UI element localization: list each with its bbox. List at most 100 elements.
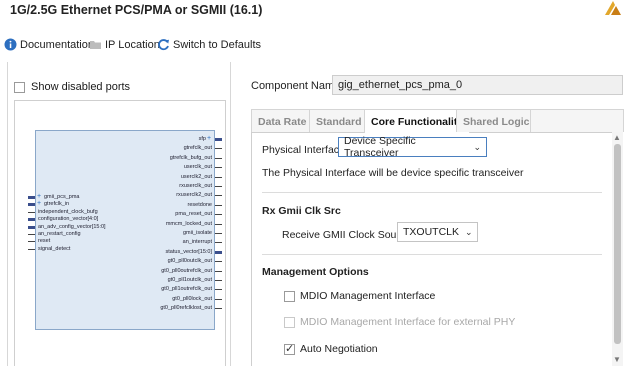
right-port-pin [215,233,222,234]
right-port-label: gt0_pll1outrefclk_out [161,286,212,293]
right-port-pin [215,195,222,197]
info-icon [4,38,17,51]
right-port-label: resetdone [187,201,212,208]
right-port-pin [215,214,222,216]
right-port-pin [215,176,222,178]
chevron-down-icon: ⌄ [465,226,473,237]
right-port-pin [215,167,222,169]
left-port-pin [28,248,35,250]
right-port-label: gt0_pll0refclklost_out [160,305,212,312]
auto-negotiation-label: Auto Negotiation [300,343,378,355]
section-divider [262,192,602,193]
ip-location-label: IP Location [105,38,160,51]
expand-plus-icon[interactable]: + [207,135,211,142]
mdio-label: MDIO Management Interface [300,290,436,302]
right-port-label: gt0_pll0outrefclk_out [161,267,212,274]
show-disabled-checkbox-box[interactable] [14,81,25,93]
show-disabled-label: Show disabled ports [31,81,131,93]
auto-negotiation-checkbox-box[interactable] [284,342,295,355]
left-port-pin [28,218,35,222]
physical-interface-label: Physical Interface [262,144,345,156]
section-divider [262,254,602,255]
show-disabled-ports-checkbox[interactable]: Show disabled ports [14,78,226,96]
toolbar: Documentation IP Location Switch to Defa… [0,34,631,58]
right-port-label: userclk_out [183,164,212,171]
physical-interface-value: Device Specific Transceiver [344,135,416,159]
scroll-up-icon[interactable]: ▲ [613,133,621,142]
right-port-label: status_vector[15:0] [165,248,212,255]
documentation-label: Documentation [20,38,94,51]
right-port-label: rxuserclk2_out [176,192,212,199]
mdio-checkbox-box[interactable] [284,290,295,302]
right-port-pin [215,186,222,187]
left-port-label: signal_detect [38,245,71,252]
right-port-pin [215,138,222,141]
right-port-label: gt0_pll0outclk_out [167,258,212,265]
switch-to-defaults-button[interactable]: Switch to Defaults [157,38,261,51]
right-port-pin [215,157,222,159]
right-port-pin [215,261,222,263]
left-port-label: reset [38,238,51,245]
left-port-pin [28,234,35,235]
receive-gmii-clock-source-label: Receive GMII Clock Source [282,229,411,241]
right-port-label: an_interrupt [182,239,212,246]
documentation-button[interactable]: Documentation [4,38,94,51]
left-port-pin [28,196,35,199]
mdio-external-phy-checkbox: MDIO Management Interface for external P… [284,316,515,328]
expand-plus-icon[interactable]: + [37,193,41,200]
receive-clock-value: TXOUTCLK [403,226,460,238]
tab-spacer [530,109,624,132]
right-port-label: gtrefclk_out [183,145,212,152]
scroll-down-icon[interactable]: ▼ [613,355,621,364]
right-port-label: userclk2_out [180,173,212,180]
mdio-ext-label: MDIO Management Interface for external P… [300,316,516,328]
receive-gmii-clock-source-select[interactable]: TXOUTCLK ⌄ [397,222,478,242]
left-port-pin [28,241,35,243]
scrollbar-thumb[interactable] [614,144,621,344]
component-name-label: Component Name [251,80,341,92]
left-port-label: gtrefclk_in [44,201,70,208]
left-port-label: gmii_pcs_pma [44,194,80,200]
right-port-label: gt0_pll1outclk_out [167,277,212,283]
right-port-pin [215,148,222,150]
right-port-label: mmcm_locked_out [165,220,212,227]
chevron-down-icon: ⌄ [473,141,481,152]
tab-standard[interactable]: Standard [309,109,369,132]
rx-gmii-clk-src-heading: Rx Gmii Clk Src [262,205,341,217]
left-port-pin [28,203,35,207]
left-port-label: configuration_vector[4:0] [38,216,99,223]
tab-bar: Data Rate Standard Core Functionality Sh… [251,109,624,133]
tab-data-rate[interactable]: Data Rate [251,109,314,132]
right-port-pin [215,289,222,291]
expand-plus-icon[interactable]: + [37,200,41,207]
mdio-management-interface-checkbox[interactable]: MDIO Management Interface [284,290,435,302]
window-title: 1G/2.5G Ethernet PCS/PMA or SGMII (16.1) [10,3,263,17]
refresh-icon [157,38,170,51]
right-port-pin [215,270,222,272]
left-port-pin [28,211,35,213]
physical-interface-select[interactable]: Device Specific Transceiver ⌄ [338,135,487,159]
left-port-label: an_adv_config_vector[15:0] [38,223,106,230]
right-port-pin [215,250,222,254]
right-port-label: gt0_pll0lock_out [172,295,212,302]
left-port-label: independent_clock_bufg [38,208,98,215]
mdio-ext-checkbox-box [284,316,295,328]
right-port-label: pma_reset_out [175,211,212,218]
management-options-heading: Management Options [262,266,369,278]
right-port-pin [215,204,222,206]
left-port-label: an_restart_config [38,231,81,237]
right-port-label: rxuserclk_out [179,183,212,189]
right-port-label: sfp [198,136,206,142]
physical-interface-note: The Physical Interface will be device sp… [262,167,524,179]
switch-to-defaults-label: Switch to Defaults [173,38,262,51]
ip-location-button[interactable]: IP Location [89,38,160,51]
right-port-label: gmii_isolate [182,230,212,236]
folder-icon [89,38,102,51]
left-port-pin [28,225,35,229]
right-port-pin [215,223,222,225]
right-port-pin [215,280,222,281]
component-name-input[interactable]: gig_ethernet_pcs_pma_0 [332,75,623,95]
auto-negotiation-checkbox[interactable]: Auto Negotiation [284,342,378,355]
tab-core-functionality[interactable]: Core Functionality [364,109,471,133]
tab-shared-logic[interactable]: Shared Logic [456,109,537,132]
